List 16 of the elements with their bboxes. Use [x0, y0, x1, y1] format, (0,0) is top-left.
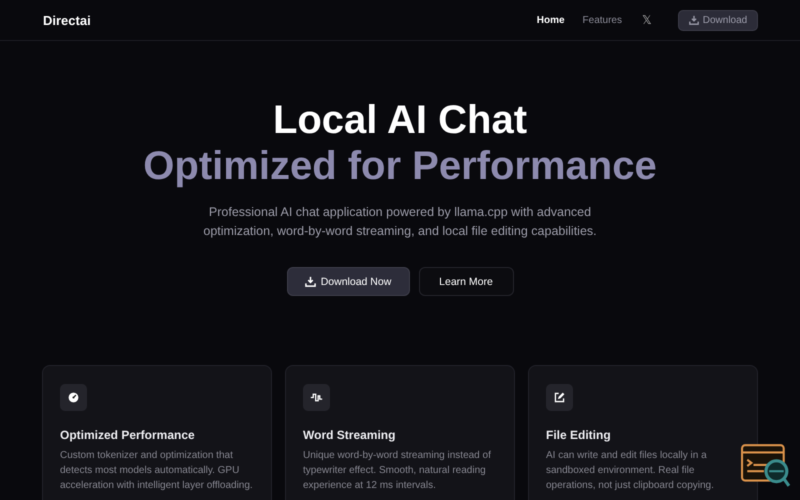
brand-name[interactable]: Directai	[43, 12, 91, 28]
hero-title: Local AI Chat	[272, 97, 528, 143]
feature-description: Unique word-by-word streaming instead of typewriter effect. Smooth, natural reading experience at 12 ms intervals.	[303, 449, 492, 493]
nav-link[interactable]: Home	[536, 14, 565, 26]
hero-description: Professional AI chat application powered by llama.cpp with advanced optimization, word-by-word streaming, and local file editing capabilities.	[202, 204, 598, 240]
nav-link[interactable]: Features	[582, 14, 622, 26]
learn-more-button[interactable]: Learn More	[418, 267, 514, 296]
feature-description: Custom tokenizer and optimization that detects most models automatically. GPU acceleration with intelligent layer offloading.	[60, 449, 254, 493]
feature-title: File Editing	[546, 428, 612, 442]
download-button[interactable]: Download	[678, 10, 758, 30]
feature-description: AI can write and edit files locally in a sandboxed environment. Real file operations, not just clipboard copying.	[546, 449, 715, 493]
hero-subtitle: Optimized for Performance	[142, 143, 658, 189]
feature-title: Word Streaming	[303, 428, 396, 442]
download-now-button[interactable]: Download Now	[286, 267, 410, 296]
feature-title: Optimized Performance	[60, 428, 196, 442]
x-link[interactable]: 𝕏	[642, 13, 652, 27]
